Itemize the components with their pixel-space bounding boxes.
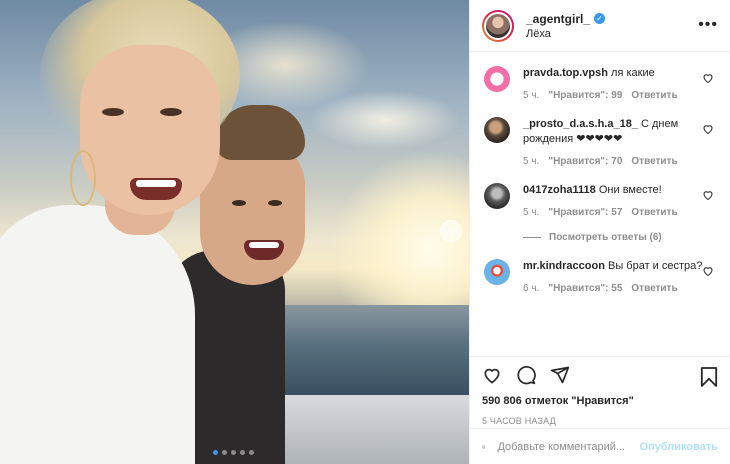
woman-shirt xyxy=(0,205,195,464)
view-replies-button[interactable]: Посмотреть ответы (6) xyxy=(523,232,716,243)
comment-text: Они вместе! xyxy=(598,184,662,196)
post-photo[interactable]: › xyxy=(0,0,469,464)
comment-bubble-icon[interactable] xyxy=(516,365,536,385)
commenter-avatar[interactable] xyxy=(484,183,510,209)
action-bar xyxy=(482,365,718,385)
add-comment-bar: Опубликовать xyxy=(470,428,730,464)
man-eye xyxy=(268,200,282,206)
carousel-dot xyxy=(240,450,245,455)
author-username[interactable]: _agentgirl_ xyxy=(526,12,590,26)
commenter-username[interactable]: pravda.top.vpsh xyxy=(523,67,608,79)
comment-likes[interactable]: "Нравится": 57 xyxy=(548,207,622,218)
cloud xyxy=(310,90,460,150)
comment-likes[interactable]: "Нравится": 70 xyxy=(548,156,622,167)
comment-item: _prosto_d.a.s.h.a_18_ С днем рождения ❤❤… xyxy=(484,117,716,167)
comment-time[interactable]: 6 ч. xyxy=(523,283,539,294)
comment-item: mr.kindraccoon Вы брат и сестра? 6 ч. "Н… xyxy=(484,259,716,294)
reply-button[interactable]: Ответить xyxy=(631,283,677,294)
man-eye xyxy=(232,200,246,206)
post-time[interactable]: 5 ЧАСОВ НАЗАД xyxy=(482,416,718,426)
carousel-dot xyxy=(222,450,227,455)
carousel-dot xyxy=(249,450,254,455)
commenter-avatar[interactable] xyxy=(484,66,510,92)
woman-eye xyxy=(160,108,182,116)
comment-time[interactable]: 5 ч. xyxy=(523,90,539,101)
commenter-username[interactable]: mr.kindraccoon xyxy=(523,260,605,272)
woman-eye xyxy=(102,108,124,116)
comment-text: ля какие xyxy=(611,67,655,79)
comment-likes[interactable]: "Нравится": 55 xyxy=(548,283,622,294)
heart-icon[interactable] xyxy=(702,123,714,135)
publish-button[interactable]: Опубликовать xyxy=(639,441,718,453)
verified-icon: ✓ xyxy=(594,13,606,24)
carousel-dot xyxy=(231,450,236,455)
post-actions-area: 590 806 отметок "Нравится" 5 ЧАСОВ НАЗАД xyxy=(470,356,730,428)
reply-button[interactable]: Ответить xyxy=(631,156,677,167)
carousel-next-button[interactable]: › xyxy=(440,220,462,242)
bookmark-icon[interactable] xyxy=(700,367,718,387)
more-options-icon[interactable]: ••• xyxy=(698,16,718,34)
share-send-icon[interactable] xyxy=(550,365,570,385)
view-replies-label: Посмотреть ответы (6) xyxy=(549,232,662,243)
reply-button[interactable]: Ответить xyxy=(631,207,677,218)
comment-likes[interactable]: "Нравится": 99 xyxy=(548,90,622,101)
comment-text: Вы брат и сестра? xyxy=(607,260,703,272)
earring xyxy=(70,150,96,206)
comment-input[interactable] xyxy=(497,440,640,453)
woman-mouth xyxy=(130,178,182,200)
post-dialog: › _agentgirl_ ✓ Лёха ••• pravda.top.vpsh… xyxy=(0,0,730,464)
commenter-avatar[interactable] xyxy=(484,117,510,143)
heart-icon[interactable] xyxy=(702,189,714,201)
commenter-avatar[interactable] xyxy=(484,259,510,285)
comment-time[interactable]: 5 ч. xyxy=(523,207,539,218)
author-avatar[interactable] xyxy=(482,9,514,42)
reply-button[interactable]: Ответить xyxy=(631,90,677,101)
emoji-icon[interactable] xyxy=(482,438,486,456)
post-side-panel: _agentgirl_ ✓ Лёха ••• pravda.top.vpsh л… xyxy=(469,0,730,464)
man-mouth xyxy=(244,240,284,260)
post-location[interactable]: Лёха xyxy=(526,28,605,40)
heart-icon[interactable] xyxy=(702,72,714,84)
chevron-right-icon: › xyxy=(448,223,454,239)
comment-item: pravda.top.vpsh ля какие 5 ч. "Нравится"… xyxy=(484,66,716,101)
commenter-username[interactable]: 0417zoha1118 xyxy=(523,184,596,196)
like-heart-icon[interactable] xyxy=(482,365,502,385)
heart-icon[interactable] xyxy=(702,265,714,277)
carousel-indicator xyxy=(213,450,254,455)
post-header: _agentgirl_ ✓ Лёха ••• xyxy=(470,0,730,52)
comment-item: 0417zoha1118 Они вместе! 5 ч. "Нравится"… xyxy=(484,183,716,218)
comment-time[interactable]: 5 ч. xyxy=(523,156,539,167)
divider xyxy=(523,237,541,238)
commenter-username[interactable]: _prosto_d.a.s.h.a_18_ xyxy=(523,118,638,130)
likes-count[interactable]: 590 806 отметок "Нравится" xyxy=(482,395,718,407)
carousel-dot xyxy=(213,450,218,455)
comments-list[interactable]: pravda.top.vpsh ля какие 5 ч. "Нравится"… xyxy=(470,52,730,356)
